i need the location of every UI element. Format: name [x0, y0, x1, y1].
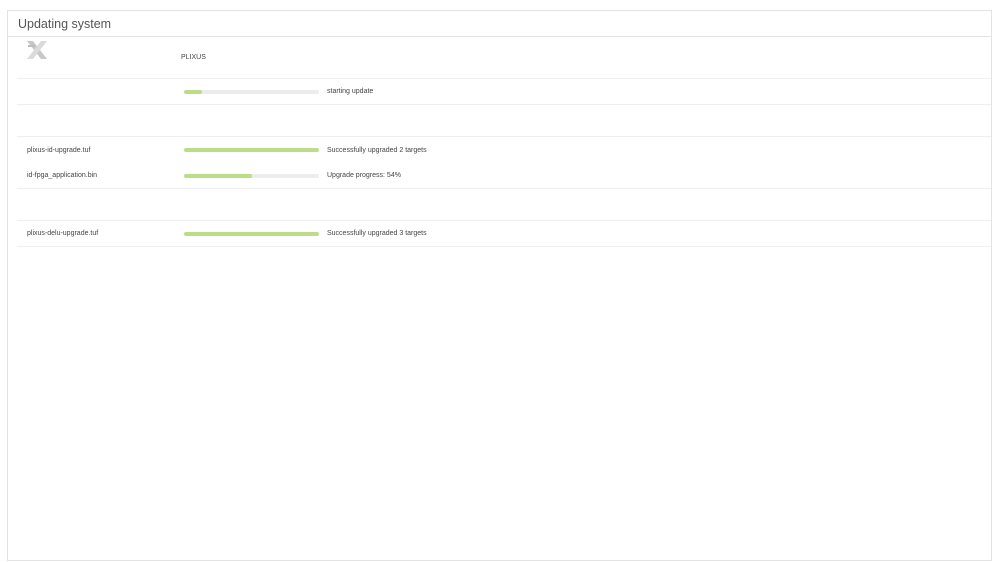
group-separator: [17, 105, 991, 137]
file-name: plixus-id-upgrade.tuf: [27, 146, 91, 154]
file-progress-fill: [184, 148, 319, 152]
list-item: plixus-id-upgrade.tuf Successfully upgra…: [17, 137, 991, 163]
file-progress-bar: [184, 174, 319, 178]
file-name: plixus-delu-upgrade.tuf: [27, 230, 99, 237]
file-progress-bar: [184, 148, 319, 152]
update-panel: Updating system PLIXUS starting update p…: [7, 10, 992, 561]
overall-status: starting update: [327, 88, 374, 95]
file-status: Upgrade progress: 54%: [327, 172, 401, 179]
file-name: id-fpga_application.bin: [27, 172, 98, 179]
file-status: Successfully upgraded 3 targets: [327, 230, 427, 237]
group-separator: [17, 189, 991, 221]
file-progress-fill: [184, 232, 319, 236]
file-progress-fill: [184, 174, 252, 178]
list-item: plixus-delu-upgrade.tuf Successfully upg…: [17, 221, 991, 247]
plixus-x-logo-icon: [27, 41, 47, 59]
brand-row: PLIXUS: [17, 37, 991, 79]
brand-name: PLIXUS: [181, 54, 206, 61]
panel-title: Updating system: [8, 11, 991, 37]
file-status: Successfully upgraded 2 targets: [327, 146, 427, 154]
overall-progress-fill: [184, 90, 202, 94]
overall-progress-row: starting update: [17, 79, 991, 105]
list-item: id-fpga_application.bin Upgrade progress…: [17, 163, 991, 189]
file-progress-bar: [184, 232, 319, 236]
overall-progress-bar: [184, 90, 319, 94]
